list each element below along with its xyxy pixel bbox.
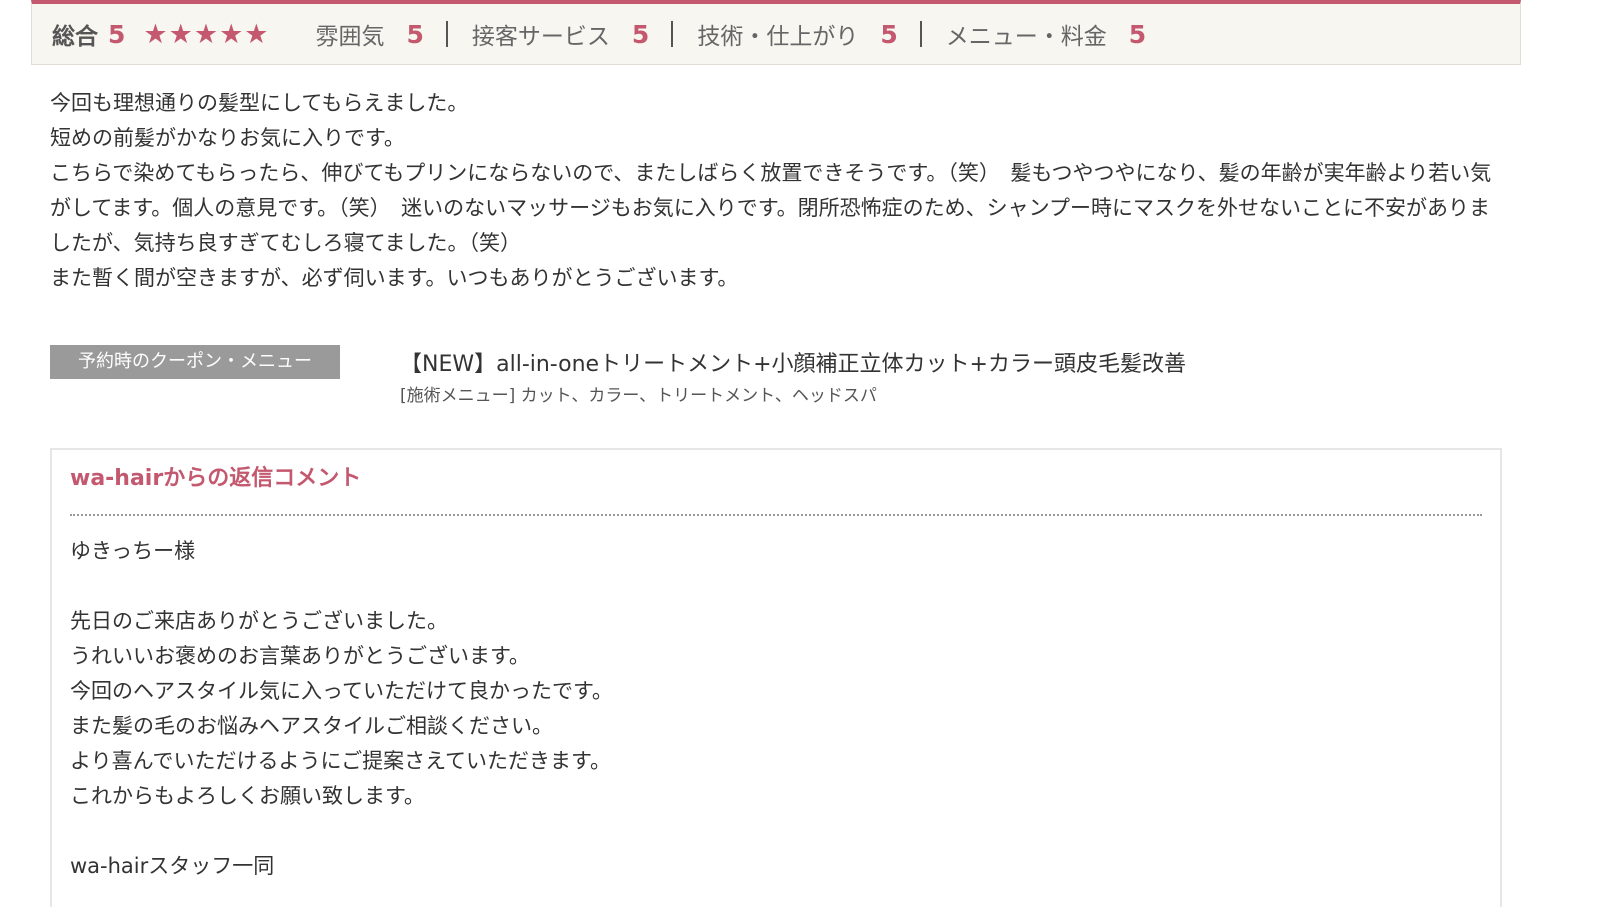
star-rating: ★ ★ ★ ★ ★ xyxy=(143,21,269,48)
rating-service: 接客サービス 5 xyxy=(472,17,649,51)
rating-category-score: 5 xyxy=(1128,19,1147,49)
reply-comment-box: wa-hairからの返信コメント ゆきっちー様 先日のご来店ありがとうございまし… xyxy=(50,448,1502,907)
divider xyxy=(919,21,922,47)
divider xyxy=(671,21,674,47)
review-line: また暫く間が空きますが、必ず伺います。いつもありがとうございます。 xyxy=(50,266,739,290)
rating-menu-price: メニュー・料金 5 xyxy=(946,17,1146,51)
coupon-title-link[interactable]: 【NEW】all-in-oneトリートメント+小顔補正立体カット+カラー頭皮毛髪… xyxy=(400,346,1186,378)
overall-label: 総合 xyxy=(52,24,98,50)
review-text: 今回も理想通りの髪型にしてもらえました。 短めの前髪がかなりお気に入りです。 こ… xyxy=(50,86,1510,296)
reply-line xyxy=(70,814,1482,849)
reply-line: うれいいお褒めのお言葉ありがとうございます。 xyxy=(70,644,530,668)
reply-line: 先日のご来店ありがとうございました。 xyxy=(70,609,448,633)
rating-atmosphere: 雰囲気 5 xyxy=(316,17,424,51)
rating-category-label: メニュー・料金 xyxy=(945,24,1107,50)
reply-line xyxy=(70,569,1482,604)
star-icon: ★ xyxy=(193,18,220,50)
rating-category-score: 5 xyxy=(880,19,898,49)
reply-line: ゆきっちー様 xyxy=(70,539,196,563)
star-icon: ★ xyxy=(244,18,270,50)
rating-category-label: 技術・仕上がり xyxy=(697,24,859,50)
overall-score: 5 xyxy=(108,19,126,49)
reply-line: 今回のヘアスタイル気に入っていただけて良かったです。 xyxy=(70,679,613,703)
coupon-badge: 予約時のクーポン・メニュー xyxy=(50,345,340,379)
rating-category-score: 5 xyxy=(631,19,650,49)
rating-category-label: 接客サービス xyxy=(471,24,610,50)
divider xyxy=(445,21,448,47)
review-page: 総合 5 ★ ★ ★ ★ ★ 雰囲気 5 接客サービス 5 技術・仕上がり 5 … xyxy=(0,0,1608,907)
review-line: 今回も理想通りの髪型にしてもらえました。 xyxy=(50,91,469,115)
review-line: こちらで染めてもらったら、伸びてもプリンにならないので、またしばらく放置できそう… xyxy=(50,161,1492,255)
reply-line: また髪の毛のお悩みヘアスタイルご相談ください。 xyxy=(70,714,553,738)
star-icon: ★ xyxy=(219,18,245,50)
reply-body: ゆきっちー様 先日のご来店ありがとうございました。 うれいいお褒めのお言葉ありが… xyxy=(70,534,1482,884)
rating-technique: 技術・仕上がり 5 xyxy=(697,17,897,51)
reply-line: より喜んでいただけるようにご提案さえていただきます。 xyxy=(70,749,611,773)
rating-category-label: 雰囲気 xyxy=(315,24,385,50)
star-icon: ★ xyxy=(143,18,169,50)
reply-title: wa-hairからの返信コメント xyxy=(70,464,1482,516)
review-line: 短めの前髪がかなりお気に入りです。 xyxy=(50,126,405,150)
coupon-menu-items: [施術メニュー] カット、カラー、トリートメント、ヘッドスパ xyxy=(400,386,877,406)
rating-category-score: 5 xyxy=(406,19,424,49)
reply-line: wa-hairスタッフ一同 xyxy=(70,854,275,878)
star-icon: ★ xyxy=(168,18,194,50)
rating-bar: 総合 5 ★ ★ ★ ★ ★ 雰囲気 5 接客サービス 5 技術・仕上がり 5 … xyxy=(31,0,1521,65)
reply-line: これからもよろしくお願い致します。 xyxy=(70,784,425,808)
